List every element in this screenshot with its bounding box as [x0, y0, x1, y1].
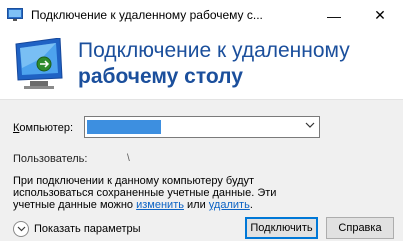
- window-title: Подключение к удаленному рабочему с...: [31, 8, 263, 22]
- user-label: Пользователь:: [13, 153, 88, 165]
- minimize-button[interactable]: —: [311, 0, 357, 31]
- user-value: \: [127, 153, 130, 164]
- change-credentials-link[interactable]: изменить: [136, 199, 184, 211]
- minimize-icon: —: [327, 7, 341, 24]
- header-title-line1: Подключение к удаленному: [78, 39, 350, 62]
- delete-credentials-link[interactable]: удалить: [209, 199, 250, 211]
- connection-form: Компьютер: Пользователь: \ При подключен…: [0, 99, 403, 215]
- computer-value: [87, 120, 161, 134]
- credentials-info: При подключении к данному компьютеру буд…: [13, 175, 277, 211]
- close-button[interactable]: ✕: [357, 0, 403, 31]
- header-banner: Подключение к удаленному рабочему столу: [0, 31, 403, 99]
- computer-combobox[interactable]: [84, 116, 320, 138]
- computer-label: Компьютер:: [13, 122, 74, 134]
- header-title-line2: рабочему столу: [78, 65, 243, 88]
- title-bar: Подключение к удаленному рабочему с... —…: [0, 0, 403, 31]
- close-icon: ✕: [374, 7, 386, 23]
- remote-desktop-logo-icon: [15, 38, 63, 89]
- chevron-down-icon[interactable]: [305, 120, 315, 132]
- chevron-down-circle-icon: [13, 221, 29, 237]
- show-options-toggle[interactable]: Показать параметры: [13, 221, 141, 237]
- remote-desktop-icon: [7, 8, 23, 21]
- connect-button[interactable]: Подключить: [245, 217, 318, 239]
- help-button[interactable]: Справка: [326, 217, 394, 239]
- show-options-label: Показать параметры: [34, 223, 141, 235]
- dialog-footer: Показать параметры Подключить Справка: [0, 215, 403, 241]
